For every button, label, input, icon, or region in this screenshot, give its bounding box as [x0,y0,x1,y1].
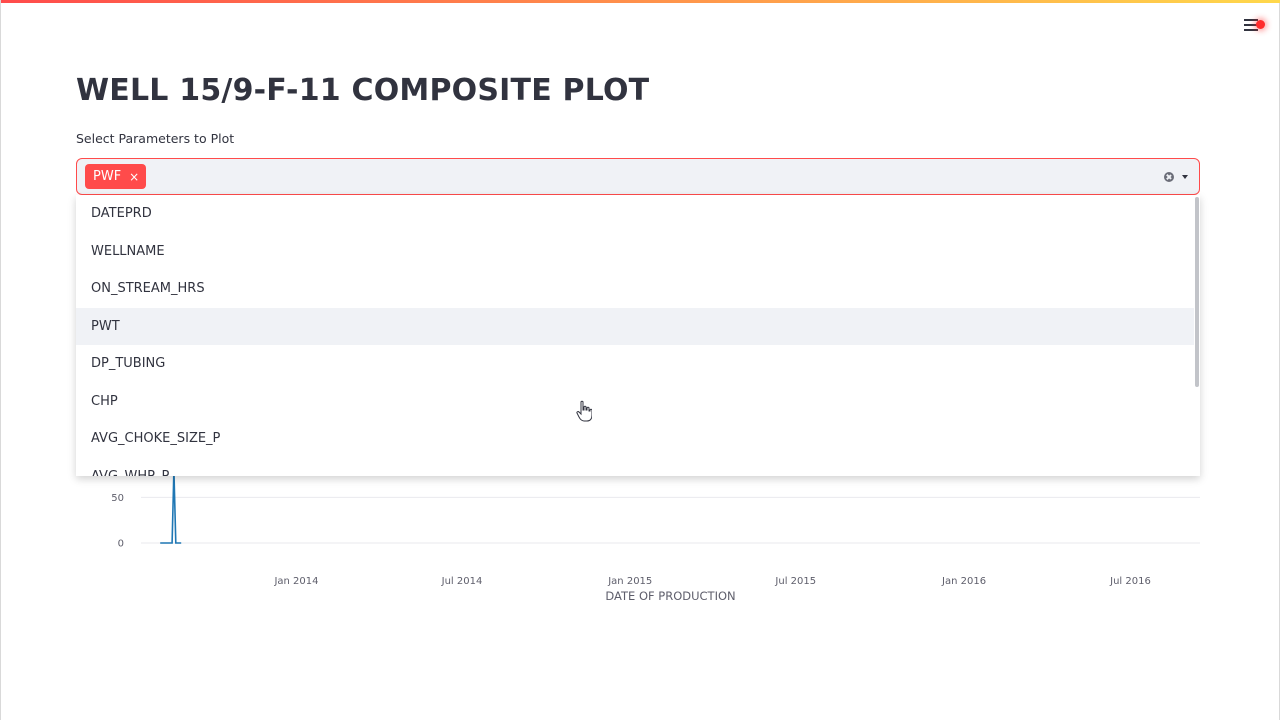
x-tick-label: Jan 2016 [941,576,986,587]
tag-remove-icon[interactable]: × [129,171,139,183]
recording-dot-icon [1256,20,1265,29]
x-axis-title: DATE OF PRODUCTION [605,589,735,603]
option-pwt[interactable]: PWT [76,307,1194,345]
clear-all-icon[interactable] [1164,172,1174,182]
x-tick-label: Jul 2016 [1109,576,1151,587]
chevron-down-icon[interactable] [1182,175,1188,179]
option-avg-choke-size-p[interactable]: AVG_CHOKE_SIZE_P [76,420,1194,457]
option-wellname[interactable]: WELLNAME [76,233,1194,270]
option-on-stream-hrs[interactable]: ON_STREAM_HRS [76,270,1194,307]
dropdown-scrollbar-thumb[interactable] [1195,197,1199,387]
dropdown-scrollbar[interactable] [1194,195,1200,476]
top-decoration-bar [1,0,1280,3]
option-chp[interactable]: CHP [76,383,1194,420]
selected-tag-pwf: PWF × [85,164,147,189]
option-avg-whp-p[interactable]: AVG_WHP_P [76,458,1194,477]
hamburger-menu-icon[interactable] [1241,14,1265,36]
x-tick-label: Jul 2014 [441,576,483,587]
y-tick-label: 0 [118,539,124,550]
params-multiselect[interactable]: PWF × [76,158,1200,195]
x-tick-label: Jan 2014 [273,576,318,587]
x-tick-label: Jul 2015 [774,576,816,587]
option-dateprd[interactable]: DATEPRD [76,195,1194,232]
x-tick-label: Jan 2015 [607,576,652,587]
params-select-label: Select Parameters to Plot [76,131,235,146]
composite-plot-chart: 0 50 Jan 2014 Jul 2014 Jan 2015 Jul 2015 Jan 2… [1,470,1280,620]
option-dp-tubing[interactable]: DP_TUBING [76,345,1194,382]
params-dropdown-list: DATEPRD WELLNAME ON_STREAM_HRS PWT DP_TU… [76,195,1200,476]
app-window: WELL 15/9-F-11 COMPOSITE PLOT Select Par… [0,0,1280,720]
chart-svg: 0 50 Jan 2014 Jul 2014 Jan 2015 Jul 2015 Jan 2… [111,470,1200,603]
selected-tag-label: PWF [93,169,122,184]
series-line [160,470,182,544]
page-title: WELL 15/9-F-11 COMPOSITE PLOT [76,73,650,108]
hand-pointer-icon [576,400,592,422]
y-tick-label: 50 [111,493,124,504]
